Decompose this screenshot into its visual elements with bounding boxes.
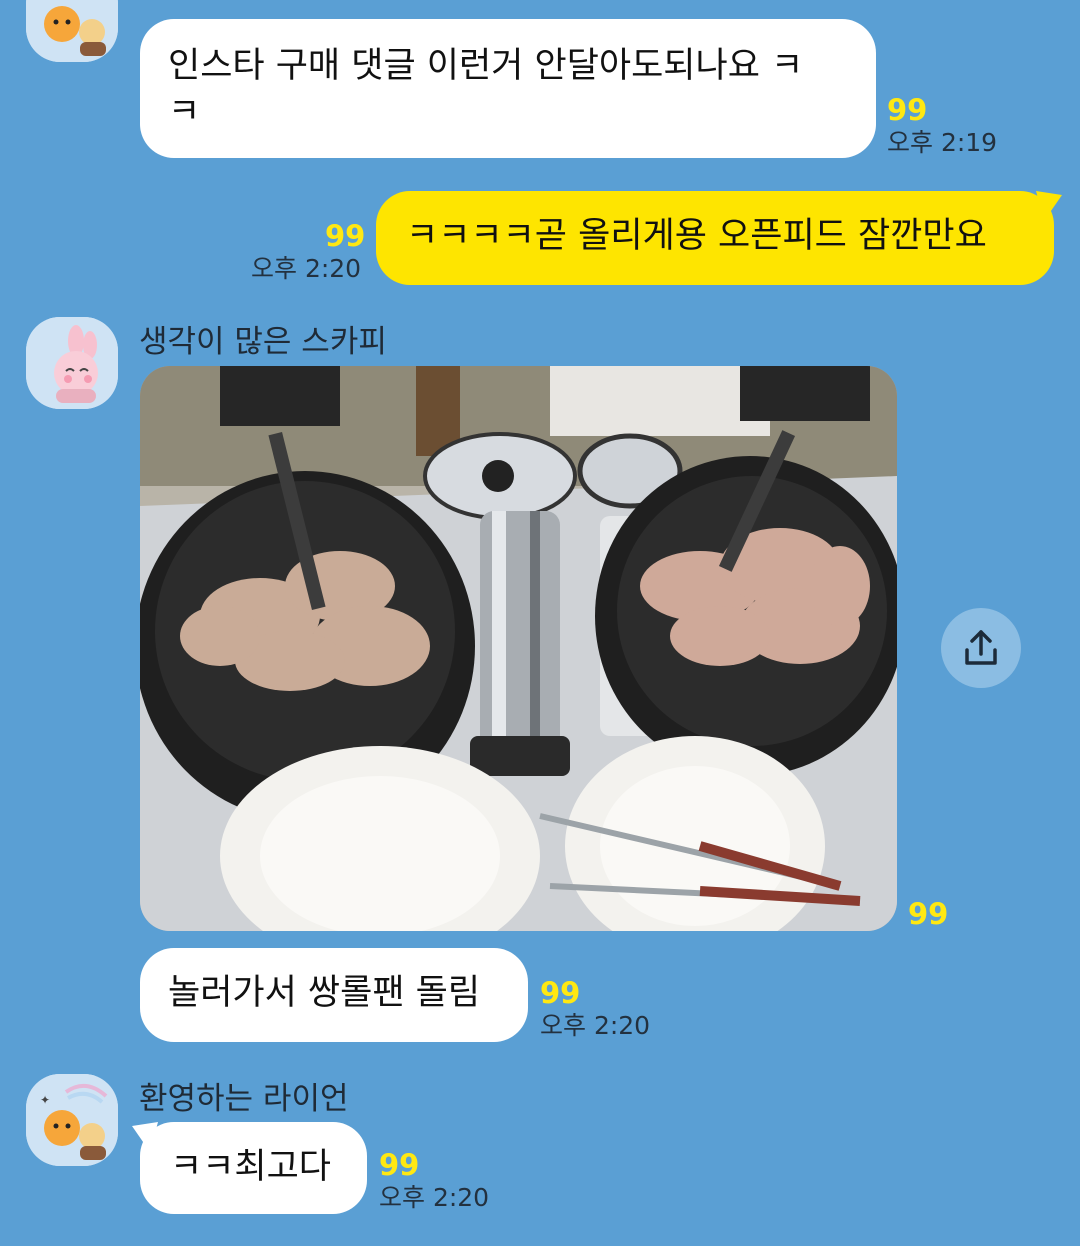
unread-count: 99	[540, 976, 581, 1010]
svg-text:✦: ✦	[40, 1093, 50, 1107]
message-time: 오후 2:19	[887, 128, 998, 157]
message-text: 놀러가서 쌍롤팬 돌림	[168, 973, 481, 1013]
scrappy-avatar-icon[interactable]	[26, 317, 118, 409]
lion-avatar-icon[interactable]: ✦	[26, 1074, 118, 1166]
message-time: 오후 2:20	[540, 1011, 651, 1040]
unread-count: 99	[887, 93, 928, 127]
message-bubble-incoming[interactable]: ㅋㅋ최고다	[140, 1122, 367, 1214]
lion-avatar-icon[interactable]	[26, 0, 118, 62]
unread-count: 99	[325, 219, 366, 253]
share-button[interactable]	[941, 608, 1021, 688]
message-text: ㅋㅋㅋㅋ곧 올리게용 오픈피드 잠깐만요	[406, 216, 987, 256]
message-text: ㅋㅋ최고다	[170, 1147, 332, 1187]
bubble-tail	[132, 1122, 158, 1152]
message-time: 오후 2:20	[251, 254, 362, 283]
message-bubble-incoming[interactable]: 놀러가서 쌍롤팬 돌림	[140, 948, 528, 1042]
share-icon	[965, 630, 997, 665]
sender-name: 생각이 많은 스카피	[139, 324, 387, 360]
message-bubble-outgoing[interactable]: ㅋㅋㅋㅋ곧 올리게용 오픈피드 잠깐만요	[376, 191, 1054, 285]
bubble-tail	[1036, 191, 1062, 221]
photo-message[interactable]	[140, 366, 897, 931]
message-time: 오후 2:20	[379, 1183, 490, 1212]
message-text-line: ㅋ	[168, 92, 201, 132]
unread-count: 99	[908, 897, 949, 931]
sender-name: 환영하는 라이언	[139, 1081, 349, 1117]
message-bubble-incoming[interactable]: 인스타 구매 댓글 이런거 안달아도되나요 ㅋ ㅋ	[140, 19, 876, 158]
unread-count: 99	[379, 1148, 420, 1182]
message-text-line: 인스타 구매 댓글 이런거 안달아도되나요 ㅋ	[168, 46, 804, 86]
